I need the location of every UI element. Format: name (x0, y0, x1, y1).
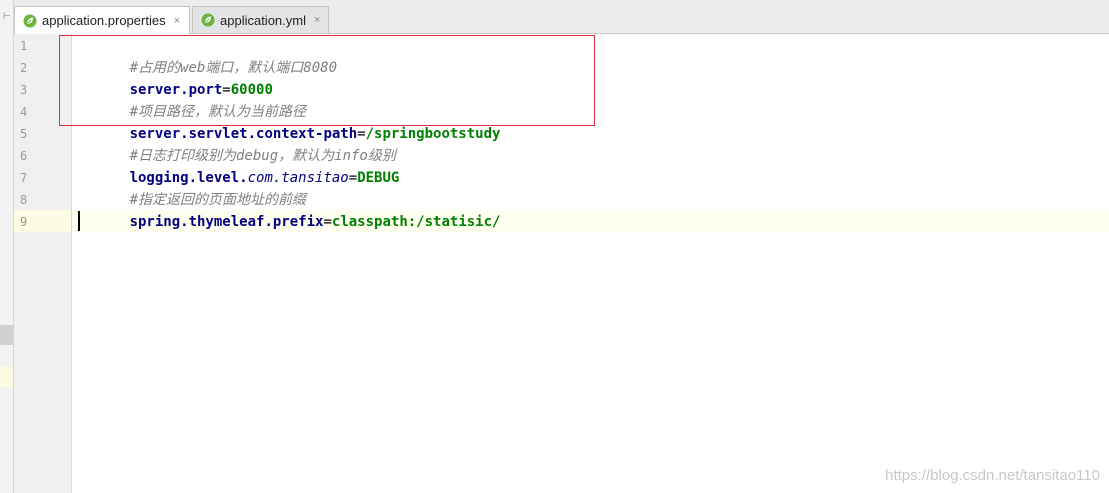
close-tab-icon[interactable]: × (174, 15, 180, 27)
line-number-current: 9 (20, 215, 28, 229)
editor-tab-bar: application.properties × application.yml… (14, 0, 1109, 34)
collapse-marker-icon[interactable]: ⊢ (3, 11, 11, 22)
scroll-marker (0, 325, 13, 345)
close-tab-icon[interactable]: × (314, 14, 320, 26)
text-caret (78, 211, 80, 231)
property-key: spring.thymeleaf.prefix (129, 214, 324, 230)
property-value: classpath:/statisic/ (331, 214, 501, 230)
left-tool-strip: ⊢ (0, 0, 14, 493)
line-number: 2 (20, 61, 28, 75)
line-number: 5 (20, 127, 28, 141)
line-number: 3 (20, 83, 28, 97)
current-line-marker (0, 367, 13, 387)
line-number: 1 (20, 39, 28, 53)
spring-leaf-icon (201, 13, 215, 27)
watermark: https://blog.csdn.net/tansitao110 (885, 467, 1100, 484)
code-line-4[interactable]: server.servlet.context-path=/springboots… (79, 101, 501, 142)
code-line-7[interactable]: #指定返回的页面地址的前缀 (79, 167, 306, 208)
line-number-gutter[interactable]: 1 2 3 4 5 6 7 8 9 (14, 34, 72, 493)
code-editor[interactable]: 1 2 3 4 5 6 7 8 9 #占用的web端口，默认端口8080 ser… (14, 34, 1109, 493)
property-value: DEBUG (357, 170, 400, 186)
code-line-8[interactable]: spring.thymeleaf.prefix=classpath:/stati… (79, 189, 501, 230)
code-text-area[interactable]: #占用的web端口，默认端口8080 server.port=60000 #项目… (59, 34, 1109, 493)
code-line-3[interactable]: #项目路径，默认为当前路径 (79, 79, 306, 120)
tab-label: application.yml (220, 12, 306, 28)
line-number: 4 (20, 105, 28, 119)
equals-sign: = (348, 170, 358, 186)
tab-label: application.properties (42, 13, 166, 28)
code-line-1[interactable]: #占用的web端口，默认端口8080 (79, 35, 337, 76)
tab-application-properties[interactable]: application.properties × (14, 6, 190, 34)
code-line-6[interactable]: logging.level.com.tansitao=DEBUG (79, 145, 400, 186)
spring-leaf-icon (23, 14, 37, 28)
equals-sign: = (323, 214, 332, 230)
tab-application-yml[interactable]: application.yml × (192, 6, 329, 33)
code-line-5[interactable]: #日志打印级别为debug，默认为info级别 (79, 123, 396, 164)
line-number: 8 (20, 193, 28, 207)
code-line-2[interactable]: server.port=60000 (79, 57, 273, 98)
line-number: 6 (20, 149, 28, 163)
line-number: 7 (20, 171, 28, 185)
